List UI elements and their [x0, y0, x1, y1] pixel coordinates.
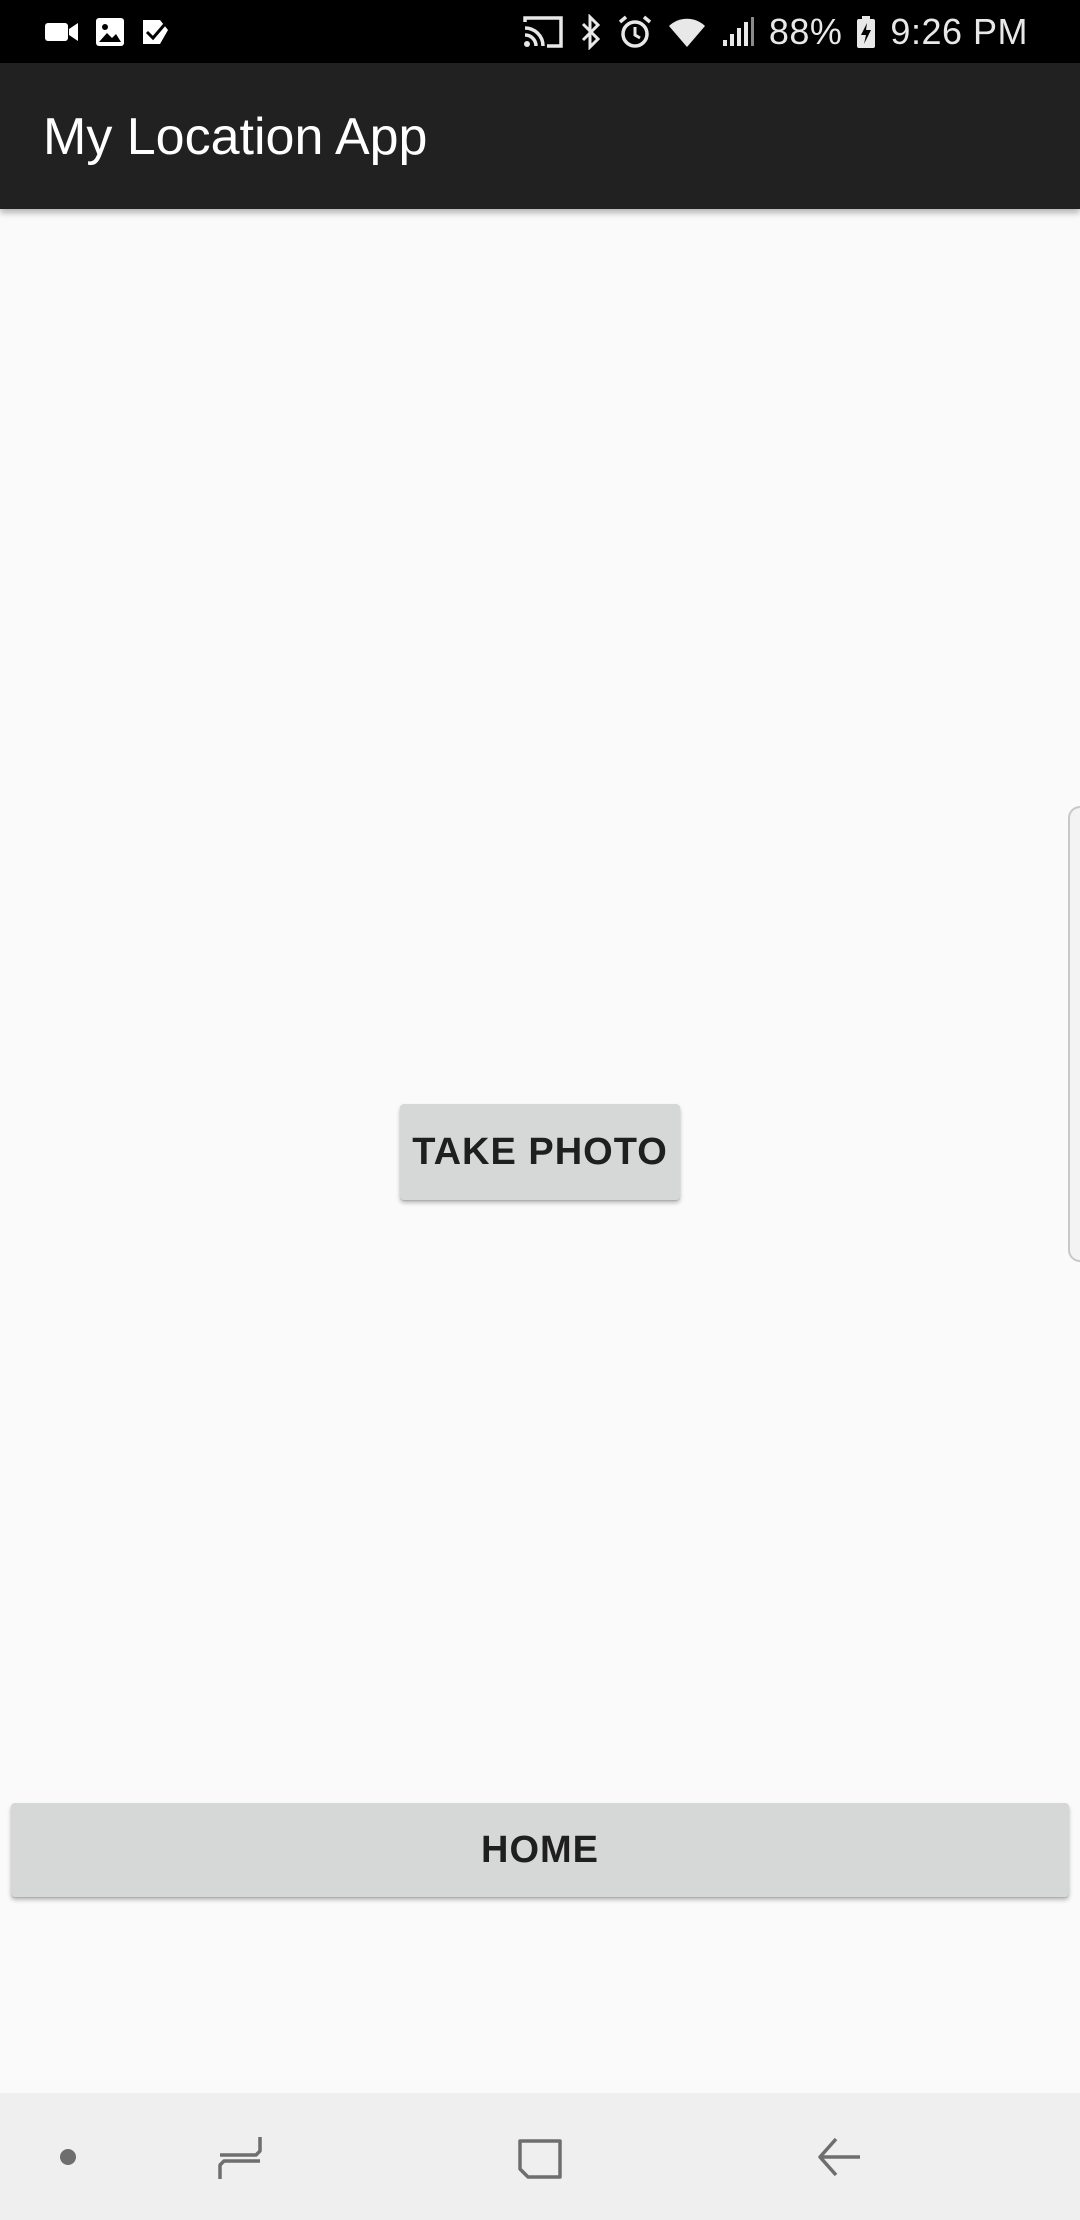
status-left-icons: [44, 12, 172, 52]
check-task-icon: [140, 16, 172, 48]
navigation-bar: [0, 2093, 1080, 2220]
alarm-icon: [617, 14, 653, 50]
dot-icon[interactable]: [40, 2093, 96, 2220]
wifi-icon: [667, 16, 707, 48]
status-bar: 88% 9:26 PM: [0, 0, 1080, 63]
status-right-icons: 88% 9:26 PM: [521, 10, 1028, 54]
recent-apps-icon[interactable]: [200, 2093, 280, 2220]
home-button[interactable]: HOME: [11, 1803, 1069, 1897]
battery-charging-icon: [856, 15, 876, 49]
image-icon: [94, 16, 126, 48]
battery-percent: 88%: [768, 11, 843, 52]
signal-icon: [721, 16, 755, 48]
bluetooth-icon: [579, 14, 603, 50]
cast-icon: [521, 14, 565, 50]
clock: 9:26 PM: [890, 11, 1028, 52]
app-bar: My Location App: [0, 63, 1080, 209]
video-camera-icon: [44, 19, 80, 45]
app-title: My Location App: [43, 108, 428, 166]
edge-panel-handle[interactable]: [1068, 806, 1080, 1262]
take-photo-button[interactable]: TAKE PHOTO: [400, 1104, 680, 1200]
home-icon[interactable]: [500, 2093, 580, 2220]
back-icon[interactable]: [800, 2093, 880, 2220]
